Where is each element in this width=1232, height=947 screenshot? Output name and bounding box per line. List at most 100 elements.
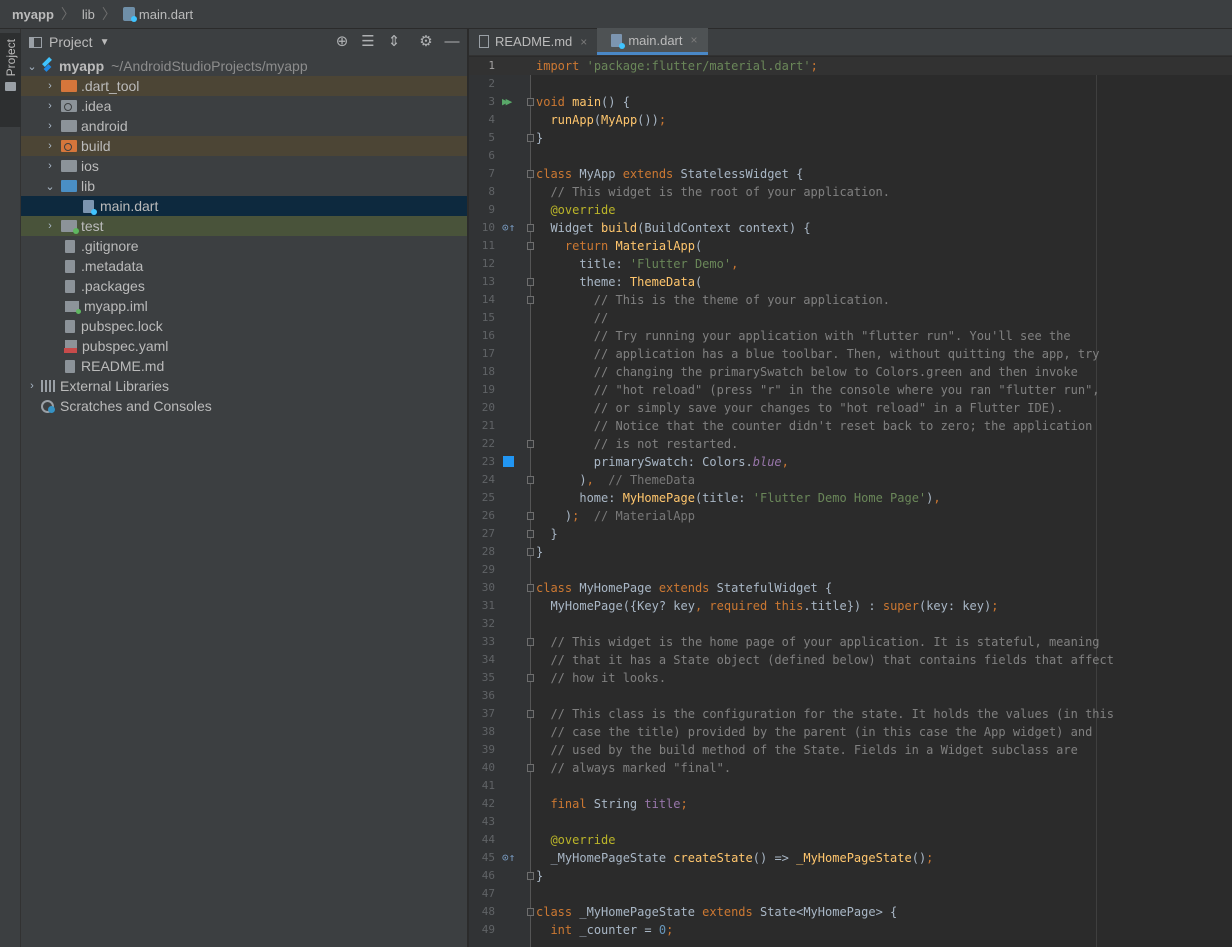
code-line[interactable]: 2 — [469, 75, 1232, 93]
code-line[interactable]: 12 title: 'Flutter Demo', — [469, 255, 1232, 273]
code-line[interactable]: 46} — [469, 867, 1232, 885]
fold-marker-icon[interactable] — [527, 296, 534, 304]
code-line[interactable]: 26 ); // MaterialApp — [469, 507, 1232, 525]
code-line[interactable]: 31 MyHomePage({Key? key, required this.t… — [469, 597, 1232, 615]
code-line[interactable]: 8 // This widget is the root of your app… — [469, 183, 1232, 201]
fold-marker-icon[interactable] — [527, 134, 534, 142]
fold-marker-icon[interactable] — [527, 584, 534, 592]
code-line[interactable]: 9 @override — [469, 201, 1232, 219]
code-line[interactable]: 35 // how it looks. — [469, 669, 1232, 687]
fold-marker-icon[interactable] — [527, 548, 534, 556]
close-icon[interactable]: × — [580, 35, 587, 49]
code-line[interactable]: 43 — [469, 813, 1232, 831]
close-icon[interactable]: × — [691, 33, 698, 47]
fold-marker-icon[interactable] — [527, 440, 534, 448]
code-line[interactable]: 36 — [469, 687, 1232, 705]
chevron-right-icon[interactable]: › — [43, 100, 57, 112]
locate-icon[interactable]: ⊕ — [333, 33, 351, 51]
code-line[interactable]: 37 // This class is the configuration fo… — [469, 705, 1232, 723]
code-line[interactable]: 18 // changing the primarySwatch below t… — [469, 363, 1232, 381]
breadcrumb-lib[interactable]: lib — [82, 7, 95, 22]
code-line[interactable]: 1 import 'package:flutter/material.dart'; — [469, 57, 1232, 75]
code-line[interactable]: 19 // "hot reload" (press "r" in the con… — [469, 381, 1232, 399]
code-line[interactable]: 16 // Try running your application with … — [469, 327, 1232, 345]
code-line[interactable]: 10 ⊙↑ Widget build(BuildContext context) … — [469, 219, 1232, 237]
tree-item-packages[interactable]: .packages — [21, 276, 467, 296]
tree-item-external-libraries[interactable]: › External Libraries — [21, 376, 467, 396]
chevron-right-icon[interactable]: › — [43, 80, 57, 92]
fold-marker-icon[interactable] — [527, 512, 534, 520]
code-line[interactable]: 23 primarySwatch: Colors.blue, — [469, 453, 1232, 471]
chevron-down-icon[interactable]: ⌄ — [25, 60, 39, 73]
code-line[interactable]: 39 // used by the build method of the St… — [469, 741, 1232, 759]
fold-marker-icon[interactable] — [527, 170, 534, 178]
chevron-right-icon[interactable]: › — [43, 160, 57, 172]
fold-marker-icon[interactable] — [527, 242, 534, 250]
code-line[interactable]: 14 // This is the theme of your applicat… — [469, 291, 1232, 309]
tree-item-build[interactable]: › build — [21, 136, 467, 156]
code-line[interactable]: 48 class _MyHomePageState extends State<M… — [469, 903, 1232, 921]
tree-item-main-dart[interactable]: main.dart — [21, 196, 467, 216]
collapse-all-icon[interactable]: ⇕ — [385, 33, 403, 51]
tree-item-scratches[interactable]: Scratches and Consoles — [21, 396, 467, 416]
code-line[interactable]: 30 class MyHomePage extends StatefulWidge… — [469, 579, 1232, 597]
settings-icon[interactable]: ⚙ — [417, 33, 435, 51]
code-line[interactable]: 11 return MaterialApp( — [469, 237, 1232, 255]
fold-marker-icon[interactable] — [527, 278, 534, 286]
code-line[interactable]: 22 // is not restarted. — [469, 435, 1232, 453]
tree-item-metadata[interactable]: .metadata — [21, 256, 467, 276]
fold-marker-icon[interactable] — [527, 224, 534, 232]
breadcrumb-project[interactable]: myapp — [12, 7, 54, 22]
code-line[interactable]: 3 ▶▶ void main() { — [469, 93, 1232, 111]
fold-marker-icon[interactable] — [527, 476, 534, 484]
code-line[interactable]: 49 int _counter = 0; — [469, 921, 1232, 939]
tree-item-iml[interactable]: myapp.iml — [21, 296, 467, 316]
code-line[interactable]: 42 final String title; — [469, 795, 1232, 813]
tree-item-readme[interactable]: README.md — [21, 356, 467, 376]
tree-item-ios[interactable]: › ios — [21, 156, 467, 176]
code-line[interactable]: 20 // or simply save your changes to "ho… — [469, 399, 1232, 417]
chevron-down-icon[interactable]: ⌄ — [43, 180, 57, 193]
tree-item-dart-tool[interactable]: › .dart_tool — [21, 76, 467, 96]
expand-all-icon[interactable]: ☰ — [359, 33, 377, 51]
override-icon[interactable]: ⊙↑ — [502, 852, 515, 864]
hide-icon[interactable]: — — [443, 33, 461, 51]
color-swatch-icon[interactable] — [503, 456, 514, 467]
fold-marker-icon[interactable] — [527, 638, 534, 646]
tree-item-pubspec-yaml[interactable]: pubspec.yaml — [21, 336, 467, 356]
chevron-right-icon[interactable]: › — [43, 140, 57, 152]
code-line[interactable]: 25 home: MyHomePage(title: 'Flutter Demo… — [469, 489, 1232, 507]
code-line[interactable]: 24 ), // ThemeData — [469, 471, 1232, 489]
code-line[interactable]: 45 ⊙↑ _MyHomePageState createState() => _… — [469, 849, 1232, 867]
chevron-right-icon[interactable]: › — [43, 220, 57, 232]
code-line[interactable]: 5} — [469, 129, 1232, 147]
code-line[interactable]: 7 class MyApp extends StatelessWidget { — [469, 165, 1232, 183]
code-line[interactable]: 28} — [469, 543, 1232, 561]
tree-item-lib[interactable]: ⌄ lib — [21, 176, 467, 196]
fold-marker-icon[interactable] — [527, 674, 534, 682]
code-line[interactable]: 17 // application has a blue toolbar. Th… — [469, 345, 1232, 363]
code-line[interactable]: 44 @override — [469, 831, 1232, 849]
breadcrumb-file[interactable]: main.dart — [122, 7, 193, 22]
code-line[interactable]: 29 — [469, 561, 1232, 579]
code-line[interactable]: 27 } — [469, 525, 1232, 543]
fold-marker-icon[interactable] — [527, 872, 534, 880]
chevron-down-icon[interactable]: ▼ — [100, 37, 110, 48]
tree-item-android[interactable]: › android — [21, 116, 467, 136]
tab-readme[interactable]: README.md × — [469, 28, 597, 55]
fold-marker-icon[interactable] — [527, 764, 534, 772]
fold-marker-icon[interactable] — [527, 908, 534, 916]
run-icon[interactable]: ▶▶ — [502, 96, 514, 108]
code-line[interactable]: 34 // that it has a State object (define… — [469, 651, 1232, 669]
code-line[interactable]: 38 // case the title) provided by the pa… — [469, 723, 1232, 741]
tree-item-pubspec-lock[interactable]: pubspec.lock — [21, 316, 467, 336]
tree-item-test[interactable]: › test — [21, 216, 467, 236]
tree-root-myapp[interactable]: ⌄ myapp ~/AndroidStudioProjects/myapp — [21, 56, 467, 76]
fold-marker-icon[interactable] — [527, 530, 534, 538]
code-line[interactable]: 33 // This widget is the home page of yo… — [469, 633, 1232, 651]
tree-item-idea[interactable]: › .idea — [21, 96, 467, 116]
chevron-right-icon[interactable]: › — [25, 380, 39, 392]
tree-item-gitignore[interactable]: .gitignore — [21, 236, 467, 256]
project-tool-tab[interactable]: Project — [0, 33, 21, 127]
code-line[interactable]: 21 // Notice that the counter didn't res… — [469, 417, 1232, 435]
